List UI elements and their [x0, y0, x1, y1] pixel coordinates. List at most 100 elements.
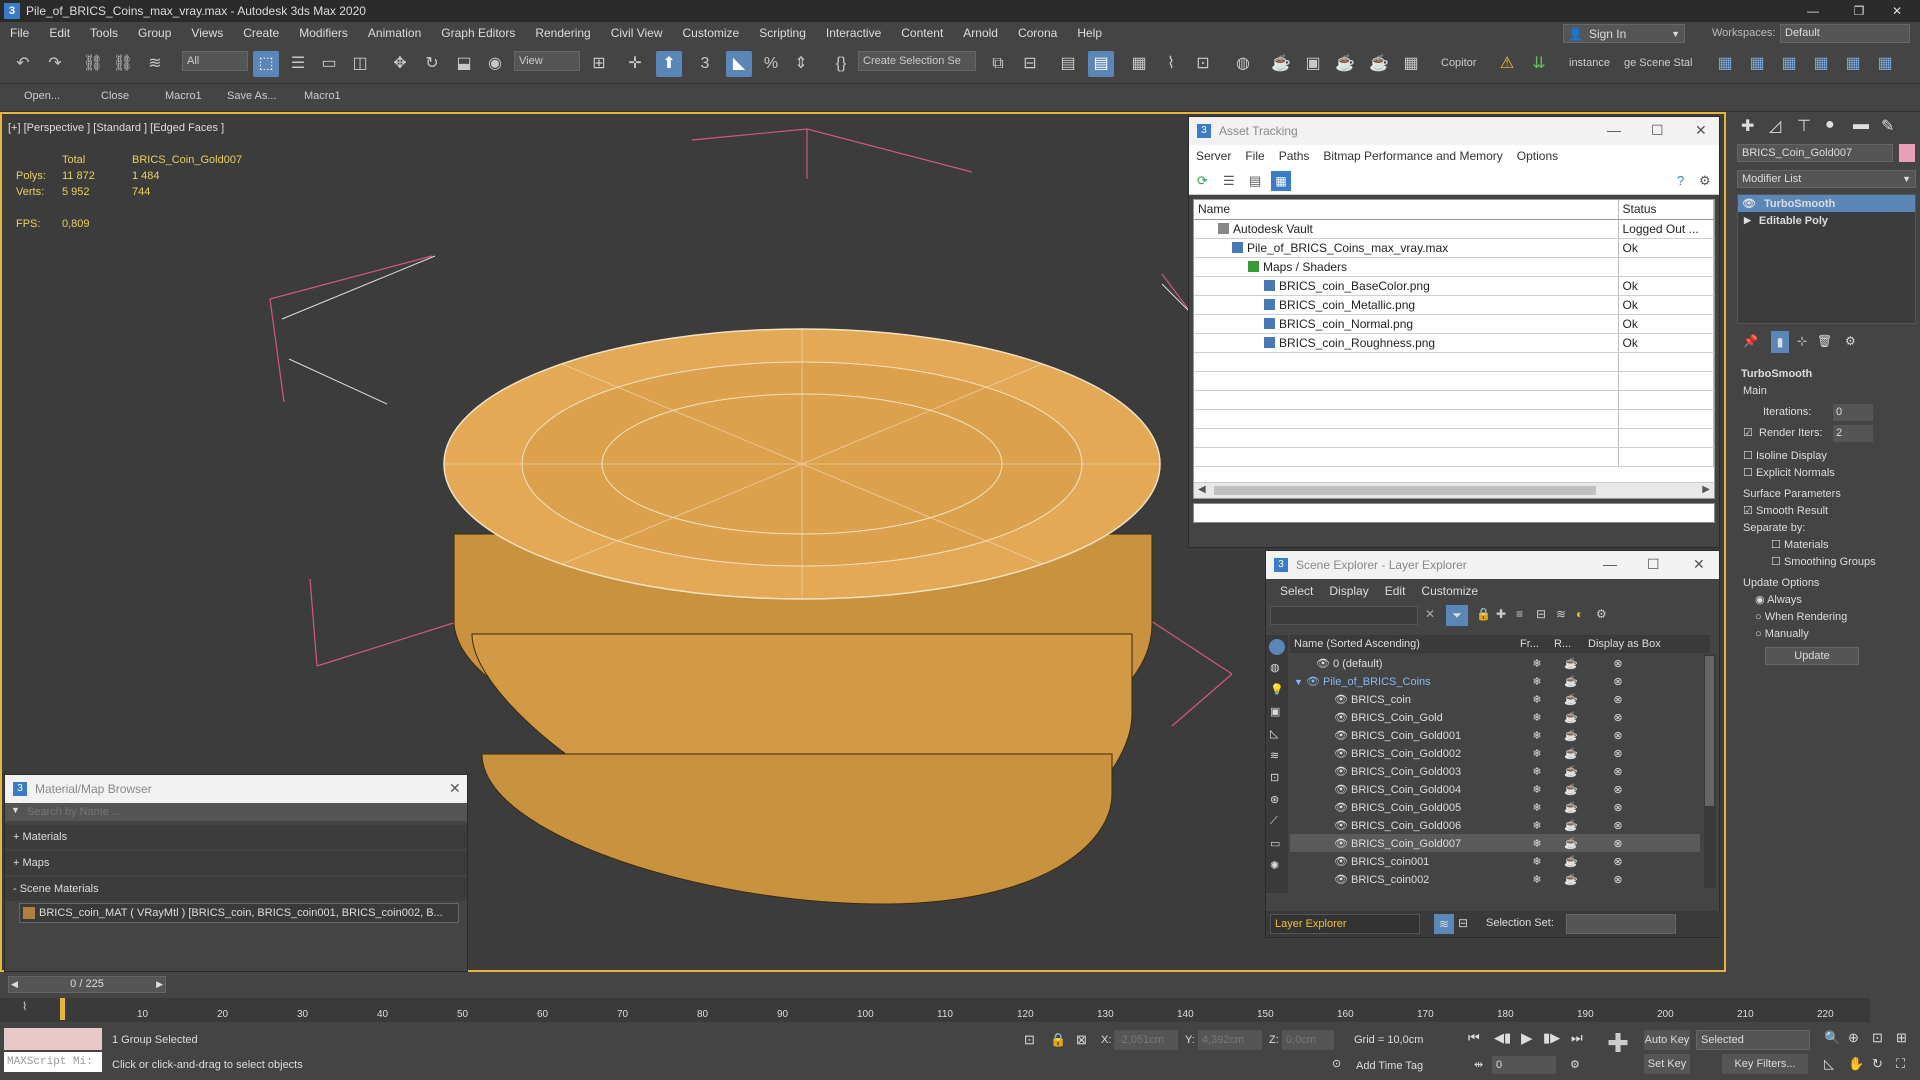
time-slider[interactable]: ◀ 0 / 225 ▶ [8, 976, 166, 993]
zoom-icon[interactable]: 🔍 [1824, 1030, 1840, 1046]
table-row[interactable]: Maps / Shaders [1194, 257, 1714, 277]
menu-edit[interactable]: Edit [1377, 584, 1414, 598]
pin-stack-icon[interactable]: 📌 [1743, 334, 1758, 348]
eye-icon[interactable]: 👁 [1334, 694, 1348, 706]
viewport-label[interactable]: [+] [Perspective ] [Standard ] [Edged Fa… [8, 122, 224, 134]
group-maps[interactable]: + Maps [5, 851, 467, 875]
filter-icon[interactable]: ⏷ [1446, 605, 1468, 626]
group-materials[interactable]: + Materials [5, 825, 467, 849]
render-icon[interactable]: ☕ [1554, 675, 1588, 688]
create-tab-icon[interactable]: ✚ [1741, 116, 1754, 136]
move-icon[interactable]: ✥ [387, 51, 413, 77]
toggle-ribbon-icon[interactable]: ▦ [1126, 51, 1152, 77]
play-icon[interactable]: ▶ [1521, 1029, 1533, 1047]
update-container-icon[interactable]: ▦ [1840, 51, 1866, 77]
maximize-viewport-icon[interactable]: ⛶ [1896, 1056, 1905, 1072]
table-row[interactable]: Autodesk Vault Logged Out ... [1194, 219, 1714, 239]
scrollbar-thumb[interactable] [1214, 486, 1596, 495]
workspace-dropdown[interactable]: Default [1780, 24, 1910, 43]
display-tab-icon[interactable]: ▬ [1853, 116, 1869, 134]
modifier-list-dropdown[interactable]: Modifier List ▼ [1737, 170, 1916, 188]
render-icon[interactable]: ☕ [1554, 783, 1588, 796]
render-icon[interactable]: ☕ [1554, 765, 1588, 778]
eye-icon[interactable]: 👁 [1306, 676, 1320, 688]
box-icon[interactable]: ⊗ [1588, 711, 1648, 724]
menu-customize[interactable]: Customize [673, 26, 750, 40]
group-icon[interactable]: ⊡ [1270, 771, 1279, 784]
chevron-right-icon[interactable]: ▶ [1744, 215, 1751, 226]
eye-icon[interactable]: 👁 [1334, 856, 1348, 868]
menu-civil-view[interactable]: Civil View [601, 26, 673, 40]
minimize-button[interactable]: — [1790, 0, 1836, 22]
box-icon[interactable]: ⊗ [1588, 747, 1648, 760]
close-icon[interactable]: ✕ [449, 780, 461, 797]
previous-frame-icon[interactable]: ◀▮ [1494, 1030, 1511, 1046]
render-icon[interactable]: ☕ [1554, 729, 1588, 742]
always-radio[interactable]: ◉ Always [1743, 592, 1910, 609]
render-icon[interactable]: ☕ [1554, 873, 1588, 886]
camera-icon[interactable]: ▣ [1270, 705, 1280, 718]
save-as-button[interactable]: Save As... [227, 90, 277, 102]
menu-file[interactable]: File [0, 26, 39, 40]
schematic-view-icon[interactable]: ⊡ [1190, 51, 1216, 77]
rendered-frame-window-icon[interactable]: ▣ [1300, 51, 1326, 77]
select-manipulate-icon[interactable]: ✛ [622, 51, 648, 77]
render-icon[interactable]: ☕ [1554, 711, 1588, 724]
freeze-icon[interactable]: ❄ [1520, 693, 1554, 706]
selection-lock-icon[interactable]: 🔒 [1050, 1032, 1066, 1048]
render-icon[interactable]: ☕ [1554, 693, 1588, 706]
pivot-icon[interactable]: ⊞ [586, 51, 612, 77]
freeze-icon[interactable]: ❄ [1520, 747, 1554, 760]
stack-item-turbosmooth[interactable]: 👁 TurboSmooth [1738, 195, 1915, 212]
box-icon[interactable]: ⊗ [1588, 765, 1648, 778]
geometry-icon[interactable]: ◍ [1270, 661, 1280, 674]
menu-views[interactable]: Views [181, 26, 233, 40]
menu-bitmap-performance[interactable]: Bitmap Performance and Memory [1316, 149, 1509, 163]
set-key-button[interactable]: Set Key [1644, 1054, 1690, 1074]
render-icon[interactable]: ☕ [1554, 747, 1588, 760]
container-icon[interactable]: ▦ [1712, 51, 1738, 77]
show-end-result-icon[interactable]: ▮ [1771, 331, 1789, 353]
eye-icon[interactable]: 👁 [1334, 838, 1348, 850]
column-status[interactable]: Status [1618, 200, 1714, 220]
box-icon[interactable]: ⊗ [1588, 657, 1648, 670]
zoom-all-icon[interactable]: ⊕ [1848, 1030, 1859, 1046]
box-icon[interactable]: ⊗ [1588, 855, 1648, 868]
spinner-snap-icon[interactable]: ⇕ [788, 51, 814, 77]
snap-3d-icon[interactable]: 3 [692, 51, 718, 77]
menu-select[interactable]: Select [1266, 584, 1321, 598]
freeze-icon[interactable]: ❄ [1520, 729, 1554, 742]
box-icon[interactable]: ⊗ [1588, 693, 1648, 706]
spacewarp-icon[interactable]: ≋ [1270, 749, 1279, 762]
keyboard-shortcut-override-icon[interactable]: ⬆ [656, 51, 682, 77]
clear-search-icon[interactable]: ✕ [1425, 607, 1435, 621]
list-item[interactable]: 👁 BRICS_coin001 ❄ ☕ ⊗ [1290, 852, 1700, 870]
percent-snap-icon[interactable]: % [758, 51, 784, 77]
maxscript-listener-mini[interactable] [4, 1028, 102, 1050]
asset-path-field[interactable] [1193, 503, 1715, 523]
list-item[interactable]: 👁 BRICS_Coin_Gold001 ❄ ☕ ⊗ [1290, 726, 1700, 744]
render-icon[interactable]: ☕ [1554, 801, 1588, 814]
update-button[interactable]: Update [1765, 647, 1859, 665]
menu-graph-editors[interactable]: Graph Editors [431, 26, 525, 40]
zoom-extents-icon[interactable]: ⊡ [1872, 1030, 1883, 1046]
menu-options[interactable]: Options [1510, 149, 1565, 163]
vertical-scrollbar[interactable] [1704, 654, 1716, 888]
close-icon[interactable]: ✕ [1693, 556, 1705, 573]
light-icon[interactable]: 💡 [1270, 683, 1284, 696]
align-icon[interactable]: ⊟ [1017, 51, 1043, 77]
box-icon[interactable]: ⊗ [1588, 819, 1648, 832]
iterations-spinner[interactable]: 0 [1833, 404, 1873, 421]
eye-icon[interactable]: 👁 [1334, 712, 1348, 724]
orbit-icon[interactable]: ↻ [1872, 1056, 1883, 1072]
box-icon[interactable]: ⊗ [1588, 783, 1648, 796]
link-icon[interactable]: ⛓ [80, 51, 106, 77]
render-active-icon[interactable]: ▦ [1398, 51, 1424, 77]
select-object-icon[interactable]: ⬚ [253, 51, 279, 77]
stack-item-editable-poly[interactable]: ▶ Editable Poly [1738, 212, 1915, 229]
configure-modifier-sets-icon[interactable]: ⚙ [1845, 334, 1856, 348]
freeze-icon[interactable]: ❄ [1520, 801, 1554, 814]
table-row[interactable]: BRICS_coin_Metallic.png Ok [1194, 295, 1714, 315]
rollout-title[interactable]: TurboSmooth [1741, 366, 1910, 383]
render-production-icon[interactable]: ☕ [1332, 51, 1358, 77]
